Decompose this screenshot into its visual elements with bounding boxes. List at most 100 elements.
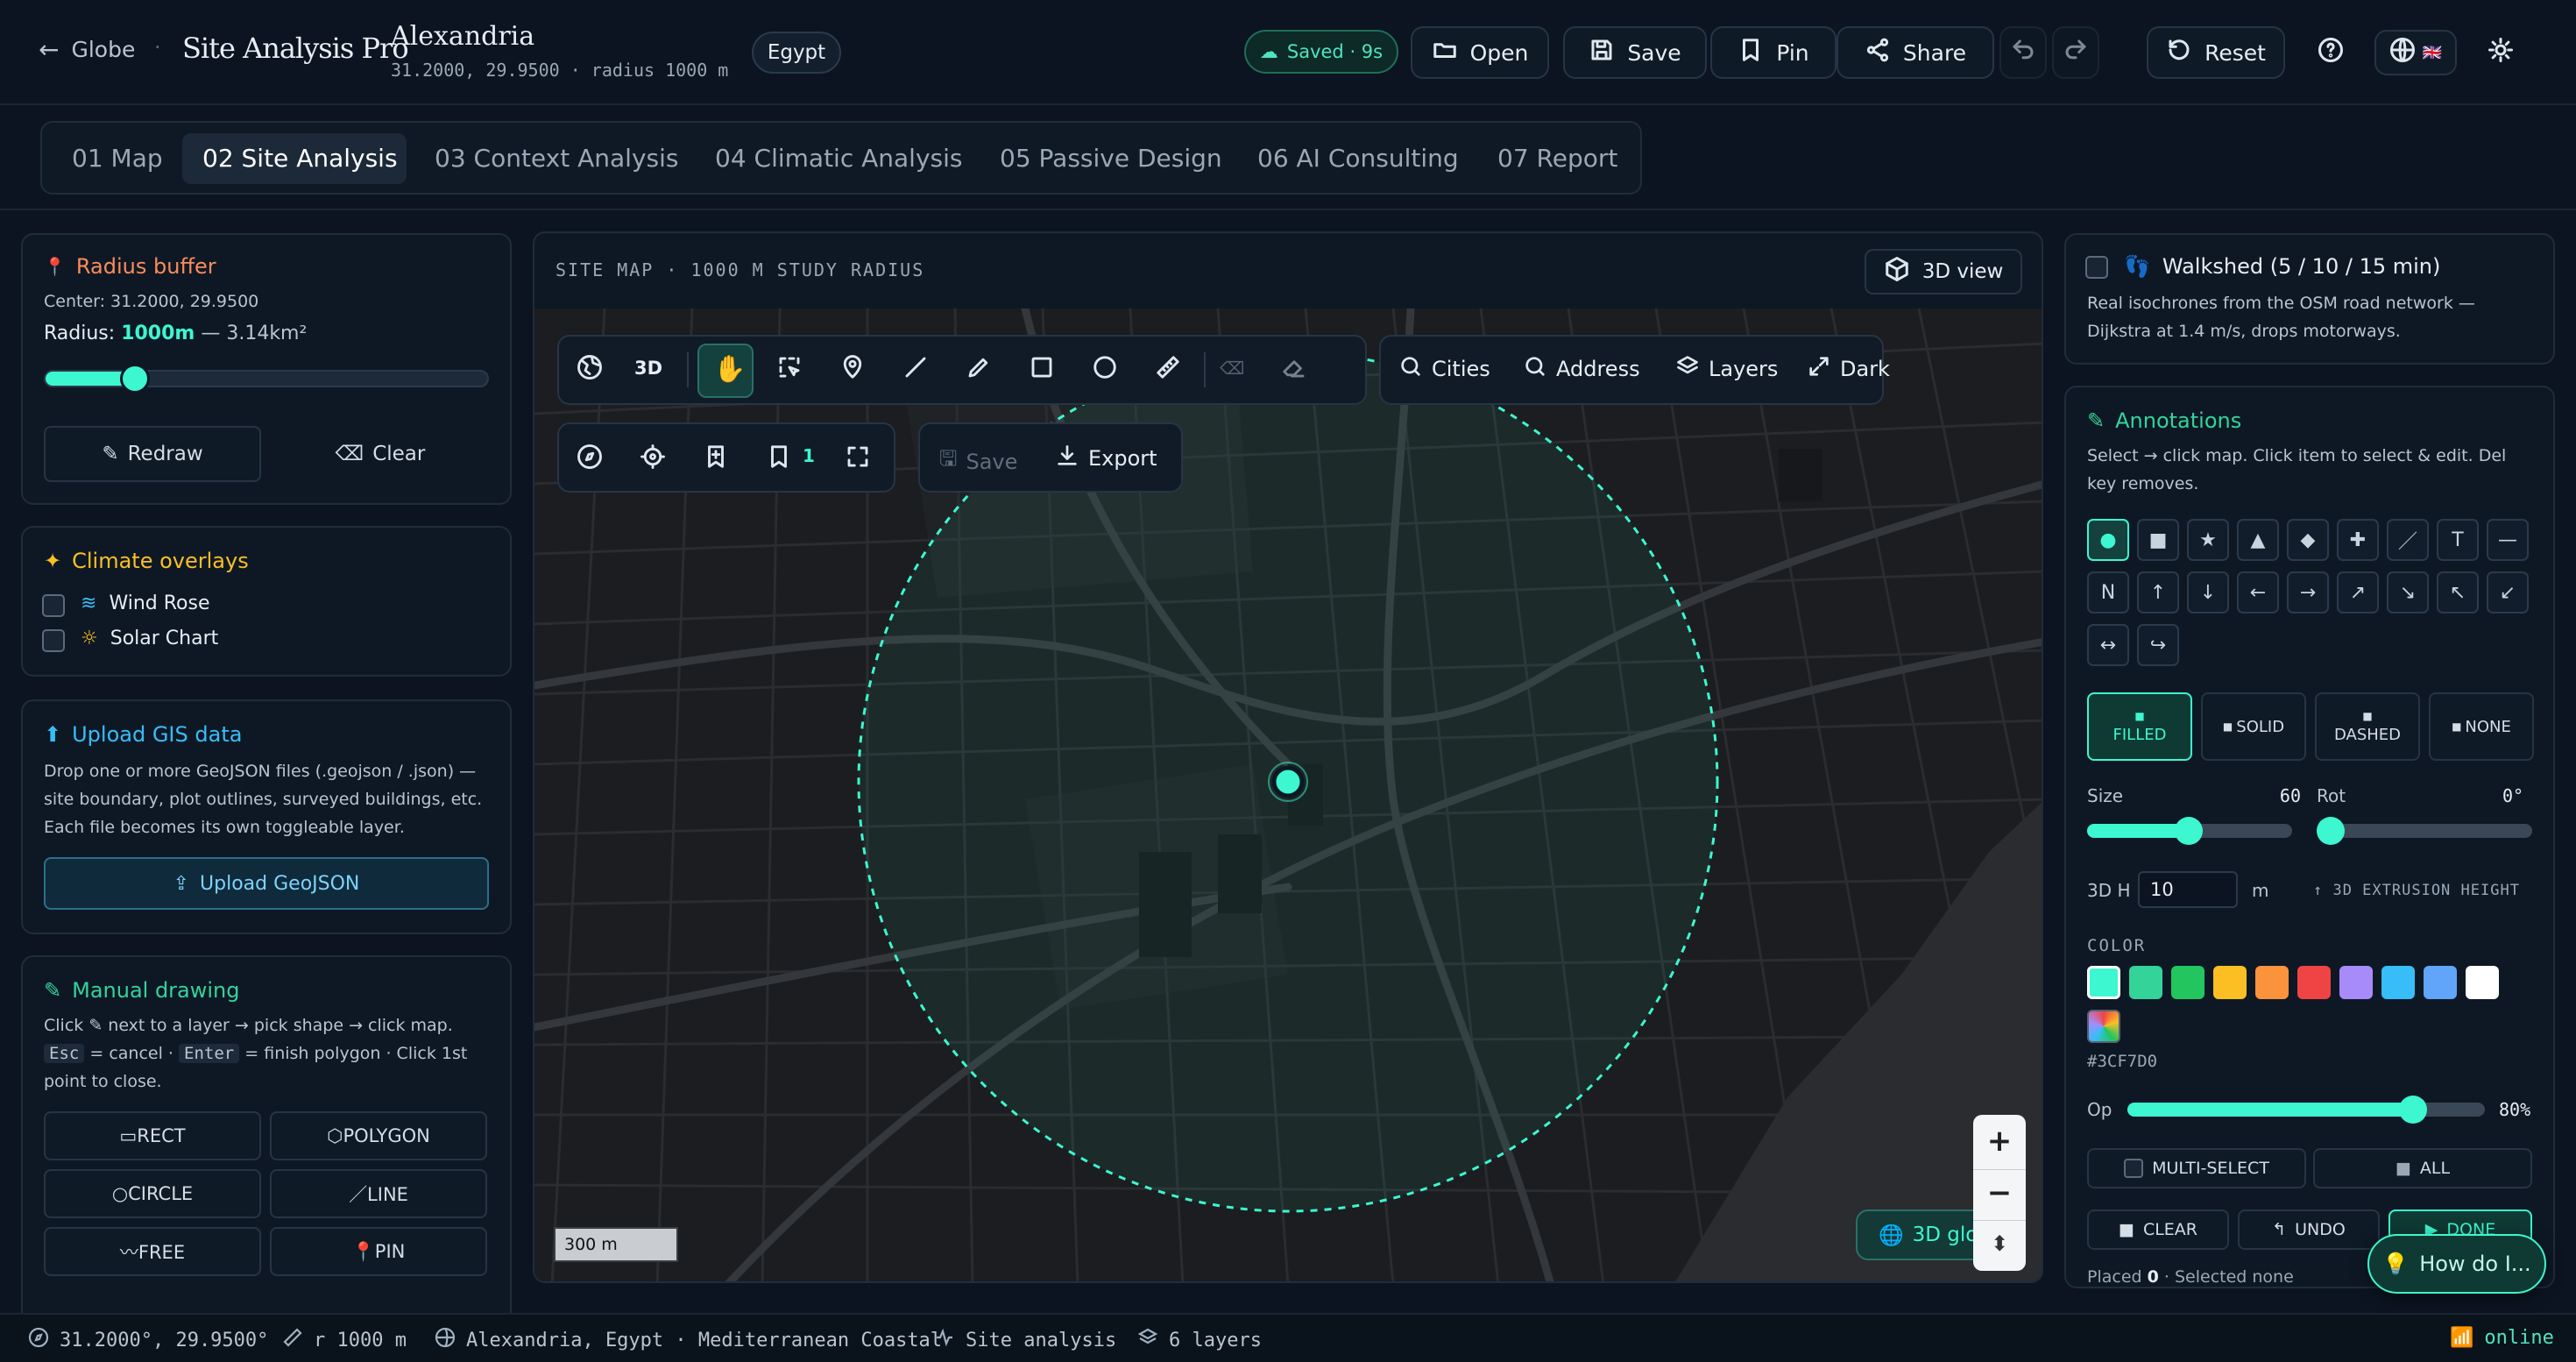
color-swatch-6[interactable] — [2339, 966, 2373, 999]
style-dashed-button[interactable]: ■ DASHED — [2315, 692, 2420, 761]
rot-slider[interactable] — [2317, 817, 2532, 845]
zoom-out-button[interactable]: − — [1973, 1169, 2026, 1215]
rainbow-swatch[interactable] — [2087, 1010, 2120, 1043]
annotation-tool-1-5[interactable]: ↗ — [2337, 571, 2379, 614]
north-reset-icon[interactable]: ⬍ — [1973, 1220, 2026, 1266]
annotation-tool-1-6[interactable]: ↘ — [2387, 571, 2429, 614]
radius-slider[interactable] — [44, 364, 489, 394]
radius-slider-thumb[interactable] — [119, 364, 150, 394]
theme-toggle-button[interactable] — [2476, 28, 2525, 77]
back-to-globe-link[interactable]: ← Globe — [39, 35, 135, 64]
backspace-icon[interactable]: ⌫ — [1220, 358, 1244, 379]
tab-context-analysis[interactable]: 03 Context Analysis — [435, 144, 678, 173]
wind-rose-option[interactable]: ≋ Wind Rose — [81, 592, 209, 614]
solar-chart-checkbox[interactable] — [42, 629, 65, 652]
color-swatch-5[interactable] — [2297, 966, 2331, 999]
annot-clear-button[interactable]: ■ CLEAR — [2087, 1209, 2229, 1250]
draw-circle-button[interactable]: ○CIRCLE — [44, 1169, 261, 1218]
open-button[interactable]: Open — [1411, 26, 1549, 79]
dark-style-button[interactable]: Dark — [1807, 354, 1890, 384]
annotation-tool-0-7[interactable]: T — [2437, 519, 2479, 561]
circle-tool-icon[interactable] — [1092, 354, 1118, 384]
tab-climatic-analysis[interactable]: 04 Climatic Analysis — [715, 144, 963, 173]
wind-rose-checkbox[interactable] — [42, 594, 65, 617]
annotation-tool-1-3[interactable]: ← — [2237, 571, 2279, 614]
size-slider-thumb[interactable] — [2175, 817, 2203, 845]
opacity-slider[interactable] — [2127, 1096, 2485, 1124]
select-area-icon[interactable] — [776, 354, 803, 384]
color-swatch-8[interactable] — [2424, 966, 2457, 999]
walkshed-checkbox[interactable] — [2085, 256, 2108, 279]
reset-button[interactable]: Reset — [2147, 26, 2285, 79]
bookmarks-icon[interactable] — [766, 443, 792, 473]
tab-passive-design[interactable]: 05 Passive Design — [1000, 144, 1222, 173]
color-swatch-4[interactable] — [2255, 966, 2289, 999]
color-swatch-7[interactable] — [2381, 966, 2415, 999]
style-none-button[interactable]: ■ NONE — [2429, 692, 2534, 761]
map-canvas[interactable]: 3D ✋ ⌫ Cities Address Layers Dark 1 🖫 Sa… — [534, 309, 2042, 1281]
annotation-tool-1-1[interactable]: ↑ — [2137, 571, 2179, 614]
annotation-tool-0-3[interactable]: ▲ — [2237, 519, 2279, 561]
redraw-button[interactable]: ✎ Redraw — [44, 426, 261, 482]
size-slider[interactable] — [2087, 817, 2292, 845]
draw-polygon-button[interactable]: ⬡POLYGON — [270, 1111, 487, 1160]
zoom-in-button[interactable]: + — [1973, 1118, 2026, 1164]
tab-ai-consulting[interactable]: 06 AI Consulting — [1257, 144, 1459, 173]
clear-radius-button[interactable]: ⌫ Clear — [272, 426, 489, 482]
layers-button[interactable]: Layers — [1675, 354, 1778, 384]
opacity-slider-thumb[interactable] — [2399, 1096, 2427, 1124]
draw-free-button[interactable]: 〰FREE — [44, 1227, 261, 1276]
annotation-tool-2-1[interactable]: ↪ — [2137, 624, 2179, 666]
bookmark-add-icon[interactable] — [703, 443, 729, 473]
multi-select-toggle[interactable]: MULTI-SELECT — [2087, 1148, 2306, 1188]
annotation-tool-0-0[interactable]: ● — [2087, 519, 2129, 561]
3d-view-button[interactable]: 3D view — [1865, 249, 2022, 294]
pin-button[interactable]: Pin — [1710, 26, 1836, 79]
annotation-tool-0-1[interactable]: ■ — [2137, 519, 2179, 561]
cities-button[interactable]: Cities — [1398, 354, 1490, 384]
annotation-tool-2-0[interactable]: ↔ — [2087, 624, 2129, 666]
line-tool-icon[interactable] — [902, 354, 929, 384]
draw-rect-button[interactable]: ▭RECT — [44, 1111, 261, 1160]
walkshed-title[interactable]: 👣 Walkshed (5 / 10 / 15 min) — [2124, 254, 2440, 279]
export-button[interactable]: Export — [1055, 443, 1157, 473]
share-button[interactable]: Share — [1836, 26, 1994, 79]
annotation-tool-1-2[interactable]: ↓ — [2187, 571, 2229, 614]
color-swatch-3[interactable] — [2213, 966, 2247, 999]
tab-map[interactable]: 01 Map — [72, 144, 163, 173]
style-filled-button[interactable]: ■ FILLED — [2087, 692, 2192, 761]
annotation-tool-0-8[interactable]: — — [2487, 519, 2529, 561]
toolbar-3d-toggle[interactable]: 3D — [634, 358, 662, 379]
locate-icon[interactable] — [640, 443, 666, 473]
annotation-tool-0-2[interactable]: ★ — [2187, 519, 2229, 561]
color-swatch-2[interactable] — [2171, 966, 2204, 999]
3d-globe-button[interactable]: 🌐 3D glo — [1856, 1209, 1987, 1260]
language-button[interactable]: 🇬🇧 — [2374, 30, 2457, 75]
draw-line-button[interactable]: ／LINE — [270, 1169, 487, 1218]
select-all-button[interactable]: ■ ALL — [2313, 1148, 2532, 1188]
save-button[interactable]: Save — [1563, 26, 1707, 79]
annotation-tool-1-4[interactable]: → — [2287, 571, 2329, 614]
upload-geojson-button[interactable]: ⇪ Upload GeoJSON — [44, 857, 489, 910]
eraser-tool-icon[interactable] — [1281, 354, 1307, 384]
color-swatch-1[interactable] — [2129, 966, 2162, 999]
draw-pin-button[interactable]: 📍PIN — [270, 1227, 487, 1276]
annotation-tool-0-5[interactable]: ✚ — [2337, 519, 2379, 561]
address-button[interactable]: Address — [1523, 354, 1640, 384]
tab-report[interactable]: 07 Report — [1497, 144, 1617, 173]
color-swatch-0[interactable] — [2087, 966, 2120, 999]
annotation-tool-0-6[interactable]: ／ — [2387, 519, 2429, 561]
fullscreen-icon[interactable] — [845, 443, 871, 473]
help-button[interactable] — [2306, 28, 2355, 77]
annotation-tool-1-0[interactable]: N — [2087, 571, 2129, 614]
how-do-i-button[interactable]: 💡 How do I... — [2367, 1234, 2546, 1294]
annot-undo-button[interactable]: ↰ UNDO — [2238, 1209, 2380, 1250]
annotation-tool-1-8[interactable]: ↙ — [2487, 571, 2529, 614]
ruler-icon[interactable] — [1155, 354, 1181, 384]
compass-icon[interactable] — [577, 443, 603, 473]
map-save-button[interactable]: 🖫 Save — [939, 443, 1017, 479]
3d-height-input[interactable] — [2138, 871, 2238, 908]
color-swatch-9[interactable] — [2466, 966, 2499, 999]
undo-button[interactable] — [1999, 26, 2047, 79]
rot-slider-thumb[interactable] — [2317, 817, 2345, 845]
